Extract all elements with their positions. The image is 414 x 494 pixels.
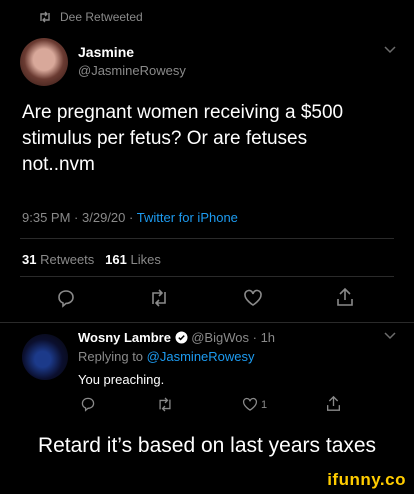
reply-icon [80, 396, 96, 412]
heart-icon [242, 397, 258, 412]
meta-separator: · [129, 210, 134, 225]
author-handle[interactable]: @JasmineRowesy [78, 63, 186, 78]
meta-separator: · [252, 330, 257, 345]
retweet-banner-text: Dee Retweeted [60, 10, 143, 24]
share-icon [336, 287, 354, 307]
ifunny-watermark: ifunny.co [327, 470, 406, 489]
share-icon [326, 395, 341, 412]
chevron-down-icon[interactable] [384, 46, 396, 54]
replying-handle[interactable]: @JasmineRowesy [147, 349, 255, 364]
divider [20, 276, 394, 277]
tweet-source[interactable]: Twitter for iPhone [137, 210, 238, 225]
like-button[interactable] [243, 289, 263, 307]
reply-header: Wosny Lambre @BigWos · 1h [78, 330, 275, 345]
retweets-count[interactable]: 31 [22, 252, 36, 267]
retweet-icon [148, 289, 170, 307]
tweet-stats: 31 Retweets 161 Likes [22, 252, 161, 267]
reply-text: You preaching. [78, 372, 165, 387]
retweet-icon [156, 397, 174, 412]
tweet-date: 3/29/20 [82, 210, 126, 225]
reply-like-button[interactable]: 1 [242, 397, 267, 412]
likes-count[interactable]: 161 [105, 252, 127, 267]
reply-time: 1h [260, 330, 276, 345]
reply-share-button[interactable] [326, 395, 341, 412]
tweet-meta: 9:35 PM · 3/29/20 · Twitter for iPhone [22, 210, 238, 225]
heart-icon [243, 289, 263, 307]
retweet-button[interactable] [148, 289, 170, 307]
author-avatar[interactable] [20, 38, 68, 86]
reply-retweet-button[interactable] [156, 397, 174, 412]
divider [20, 238, 394, 239]
replying-to: Replying to @JasmineRowesy [78, 349, 255, 364]
verified-icon [175, 331, 188, 344]
retweets-label[interactable]: Retweets [40, 252, 94, 267]
meme-caption: Retard it’s based on last years taxes [37, 434, 377, 457]
reply-reply-button[interactable] [80, 396, 96, 412]
retweet-banner-icon [38, 11, 52, 23]
reply-like-count: 1 [261, 398, 268, 411]
chevron-down-icon[interactable] [384, 332, 396, 340]
divider [0, 322, 414, 323]
reply-icon [56, 288, 76, 308]
reply-button[interactable] [56, 288, 76, 308]
reply-author-name[interactable]: Wosny Lambre [78, 330, 171, 345]
tweet-text: Are pregnant women receiving a $500 stim… [22, 102, 344, 175]
reply-author-handle[interactable]: @BigWos [191, 330, 249, 345]
likes-label[interactable]: Likes [130, 252, 160, 267]
replying-prefix: Replying to [78, 349, 144, 364]
author-name[interactable]: Jasmine [78, 44, 134, 60]
retweet-banner: Dee Retweeted [38, 10, 143, 24]
meta-separator: · [74, 210, 79, 225]
share-button[interactable] [336, 287, 354, 307]
reply-author-avatar[interactable] [22, 334, 68, 380]
tweet-time: 9:35 PM [22, 210, 71, 225]
